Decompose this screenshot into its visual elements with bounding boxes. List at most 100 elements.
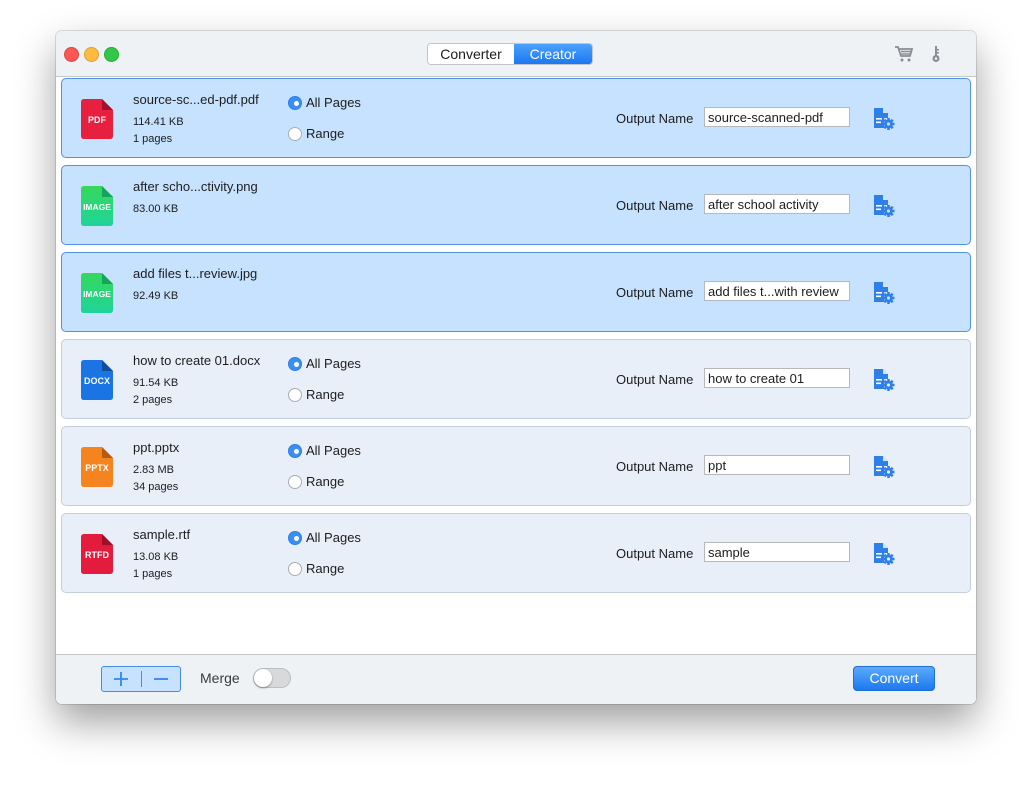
- all-pages-label: All Pages: [306, 95, 361, 110]
- file-row[interactable]: PPTX ppt.pptx 2.83 MB 34 pages All Pages …: [61, 426, 971, 506]
- range-label: Range: [306, 474, 345, 489]
- tab-converter[interactable]: Converter: [428, 44, 514, 64]
- radio-button[interactable]: [288, 443, 302, 458]
- document-settings-icon: [874, 369, 895, 391]
- file-type-badge: PDF: [88, 115, 106, 125]
- file-size: 2.83 MB: [133, 464, 174, 476]
- add-remove-control: [101, 666, 181, 692]
- all-pages-radio[interactable]: All Pages: [288, 95, 361, 110]
- output-name-label: Output Name: [616, 111, 694, 126]
- cart-icon[interactable]: [894, 45, 914, 63]
- image-file-icon: IMAGE: [81, 273, 113, 313]
- radio-button[interactable]: [288, 387, 302, 402]
- file-size: 91.54 KB: [133, 377, 179, 389]
- close-window-button[interactable]: [64, 47, 79, 62]
- file-size: 83.00 KB: [133, 203, 179, 215]
- app-window: Converter Creator PDF source-sc...ed-pdf…: [56, 31, 976, 704]
- tab-creator[interactable]: Creator: [514, 44, 592, 64]
- output-name-input[interactable]: [704, 281, 850, 301]
- convert-button[interactable]: Convert: [853, 666, 935, 691]
- file-type-badge: IMAGE: [83, 289, 111, 299]
- document-settings-icon: [874, 108, 895, 130]
- output-name-input[interactable]: [704, 542, 850, 562]
- radio-button[interactable]: [288, 561, 302, 576]
- output-name-input[interactable]: [704, 368, 850, 388]
- output-name-input[interactable]: [704, 194, 850, 214]
- range-label: Range: [306, 126, 345, 141]
- file-row[interactable]: PDF source-sc...ed-pdf.pdf 114.41 KB 1 pa…: [61, 78, 971, 158]
- merge-label: Merge: [200, 670, 240, 686]
- file-row[interactable]: RTFD sample.rtf 13.08 KB 1 pages All Page…: [61, 513, 971, 593]
- radio-button[interactable]: [288, 356, 302, 371]
- file-name: how to create 01.docx: [133, 353, 261, 368]
- image-file-icon: IMAGE: [81, 186, 113, 226]
- page-count: 2 pages: [133, 394, 173, 406]
- add-file-button[interactable]: [102, 667, 141, 691]
- key-icon[interactable]: [926, 45, 946, 63]
- page-count: 1 pages: [133, 133, 173, 145]
- range-radio[interactable]: Range: [288, 126, 344, 141]
- page-count: 34 pages: [133, 481, 179, 493]
- docx-file-icon: DOCX: [81, 360, 113, 400]
- file-settings-button[interactable]: [870, 193, 896, 219]
- range-label: Range: [306, 387, 345, 402]
- pptx-file-icon: PPTX: [81, 447, 113, 487]
- range-radio[interactable]: Range: [288, 474, 344, 489]
- file-row[interactable]: DOCX how to create 01.docx 91.54 KB 2 pag…: [61, 339, 971, 419]
- range-radio[interactable]: Range: [288, 387, 344, 402]
- file-settings-button[interactable]: [870, 106, 896, 132]
- file-settings-button[interactable]: [870, 541, 896, 567]
- remove-file-button[interactable]: [141, 667, 180, 691]
- rtfd-file-icon: RTFD: [81, 534, 113, 574]
- all-pages-radio[interactable]: All Pages: [288, 530, 361, 545]
- file-name: source-sc...ed-pdf.pdf: [133, 92, 259, 107]
- output-name-input[interactable]: [704, 455, 850, 475]
- file-name: add files t...review.jpg: [133, 266, 258, 281]
- output-name-label: Output Name: [616, 372, 694, 387]
- file-row[interactable]: IMAGE add files t...review.jpg 92.49 KB …: [61, 252, 971, 332]
- document-settings-icon: [874, 456, 895, 478]
- file-size: 92.49 KB: [133, 290, 179, 302]
- maximize-window-button[interactable]: [104, 47, 119, 62]
- file-type-badge: IMAGE: [83, 202, 111, 212]
- minimize-window-button[interactable]: [84, 47, 99, 62]
- radio-button[interactable]: [288, 126, 302, 141]
- bottom-bar: Merge Convert: [56, 654, 976, 704]
- radio-button[interactable]: [288, 530, 302, 545]
- output-name-label: Output Name: [616, 546, 694, 561]
- all-pages-label: All Pages: [306, 356, 361, 371]
- file-name: sample.rtf: [133, 527, 191, 542]
- output-name-input[interactable]: [704, 107, 850, 127]
- plus-icon: [114, 672, 129, 686]
- file-size: 13.08 KB: [133, 551, 179, 563]
- file-size: 114.41 KB: [133, 116, 184, 128]
- file-list: PDF source-sc...ed-pdf.pdf 114.41 KB 1 pa…: [61, 78, 971, 600]
- page-count: 1 pages: [133, 568, 173, 580]
- file-row[interactable]: IMAGE after scho...ctivity.png 83.00 KB …: [61, 165, 971, 245]
- document-settings-icon: [874, 543, 895, 565]
- all-pages-label: All Pages: [306, 443, 361, 458]
- range-radio[interactable]: Range: [288, 561, 344, 576]
- all-pages-radio[interactable]: All Pages: [288, 443, 361, 458]
- range-label: Range: [306, 561, 345, 576]
- file-name: after scho...ctivity.png: [133, 179, 258, 194]
- output-name-label: Output Name: [616, 285, 694, 300]
- radio-button[interactable]: [288, 95, 302, 110]
- toggle-knob: [254, 669, 272, 687]
- document-settings-icon: [874, 195, 895, 217]
- document-settings-icon: [874, 282, 895, 304]
- mode-segmented-control: Converter Creator: [427, 43, 593, 65]
- all-pages-radio[interactable]: All Pages: [288, 356, 361, 371]
- merge-toggle[interactable]: [253, 668, 291, 688]
- file-settings-button[interactable]: [870, 280, 896, 306]
- file-settings-button[interactable]: [870, 367, 896, 393]
- file-settings-button[interactable]: [870, 454, 896, 480]
- output-name-label: Output Name: [616, 459, 694, 474]
- file-type-badge: DOCX: [83, 376, 110, 386]
- file-type-badge: RTFD: [85, 550, 109, 560]
- radio-button[interactable]: [288, 474, 302, 489]
- pdf-file-icon: PDF: [81, 99, 113, 139]
- minus-icon: [153, 678, 168, 680]
- file-type-badge: PPTX: [85, 463, 109, 473]
- output-name-label: Output Name: [616, 198, 694, 213]
